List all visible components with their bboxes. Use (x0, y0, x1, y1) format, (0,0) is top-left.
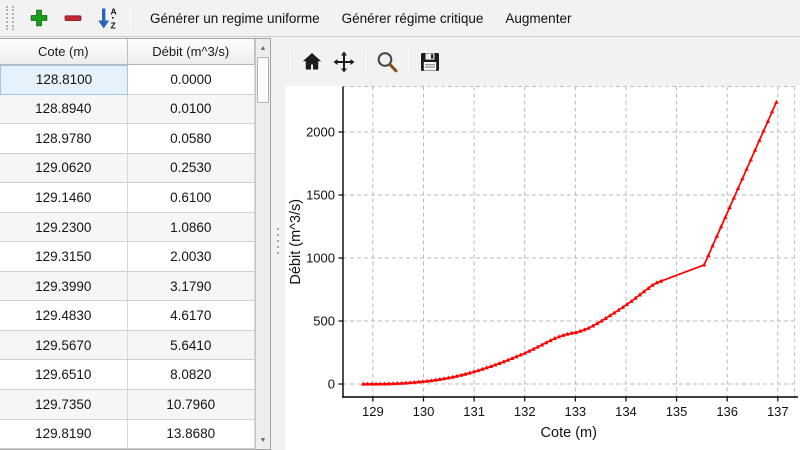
table-row: 129.819013.8680 (0, 420, 255, 449)
table-row: 129.23001.0860 (0, 213, 255, 243)
pan-button[interactable] (328, 46, 360, 78)
x-axis-label: Cote (m) (541, 425, 597, 441)
table-cell[interactable]: 10.7960 (128, 390, 256, 420)
plot-toolbar-separator (408, 49, 409, 75)
table-cell[interactable]: 129.0620 (0, 154, 128, 184)
table-cell[interactable]: 2.0030 (128, 242, 256, 272)
table-cell[interactable]: 0.0580 (128, 124, 256, 154)
table-cell[interactable]: 13.8680 (128, 420, 256, 449)
table-cell[interactable]: 1.0860 (128, 213, 256, 243)
plus-icon (29, 8, 49, 28)
table-row: 128.89400.0100 (0, 95, 255, 125)
splitter-handle-icon (277, 228, 279, 256)
y-axis-label: Débit (m^3/s) (288, 199, 304, 285)
table-row: 128.97800.0580 (0, 124, 255, 154)
table-cell[interactable]: 0.6100 (128, 183, 256, 213)
y-tick-label: 1000 (306, 251, 335, 266)
app-toolbar: A Z Générer un regime uniforme Générer r… (0, 0, 800, 37)
toolbar-separator (130, 6, 131, 30)
add-row-button[interactable] (24, 3, 54, 33)
table-cell[interactable]: 4.6170 (128, 301, 256, 331)
table-panel: Cote (m) Débit (m^3/s) 128.81000.0000128… (0, 38, 271, 450)
table-cell[interactable]: 0.0000 (128, 65, 255, 95)
y-tick-label: 500 (313, 314, 335, 329)
augment-button[interactable]: Augmenter (494, 3, 582, 33)
y-tick-label: 1500 (306, 187, 335, 202)
toolbar-grip[interactable] (6, 6, 14, 30)
scroll-up-button[interactable]: ▲ (256, 40, 270, 56)
table-row: 129.14600.6100 (0, 183, 255, 213)
save-button[interactable] (414, 46, 446, 78)
table-row: 129.65108.0820 (0, 360, 255, 390)
table-row: 129.39903.1790 (0, 272, 255, 302)
chart-canvas[interactable]: 129 130 131 132 133 134 135 136 137 0 500 1000 1500 2… (285, 86, 800, 450)
table-row: 129.06200.2530 (0, 154, 255, 184)
x-tick-label: 130 (413, 404, 435, 419)
series-line (363, 102, 776, 384)
column-header-debit[interactable]: Débit (m^3/s) (128, 39, 256, 65)
table-cell[interactable]: 0.0100 (128, 95, 256, 125)
table-cell[interactable]: 129.2300 (0, 213, 128, 243)
column-header-cote[interactable]: Cote (m) (0, 39, 128, 65)
generate-critical-regime-button[interactable]: Générer régime critique (331, 3, 495, 33)
table-cell[interactable]: 129.3150 (0, 242, 128, 272)
pan-icon (332, 50, 356, 74)
table-cell[interactable]: 129.8190 (0, 420, 128, 449)
y-tick-label: 2000 (306, 124, 335, 139)
x-tick-label: 132 (514, 404, 536, 419)
table-cell[interactable]: 129.6510 (0, 360, 128, 390)
scrollbar-thumb[interactable] (257, 57, 269, 103)
table-body: 128.81000.0000128.89400.0100128.97800.05… (0, 65, 255, 449)
table-cell[interactable]: 128.8940 (0, 95, 128, 125)
svg-text:A: A (111, 6, 117, 16)
plot-toolbar-separator (365, 49, 366, 75)
x-tick-label: 136 (716, 404, 738, 419)
table-row: 129.31502.0030 (0, 242, 255, 272)
x-tick-label: 135 (666, 404, 688, 419)
y-tick-label: 0 (328, 377, 335, 392)
table-cell[interactable]: 0.2530 (128, 154, 256, 184)
table-cell[interactable]: 128.8100 (0, 65, 128, 95)
down-arrow-icon: ▼ (260, 437, 267, 444)
plot-panel: 129 130 131 132 133 134 135 136 137 0 500 1000 1500 2… (285, 38, 800, 450)
table-row: 129.56705.6410 (0, 331, 255, 361)
home-icon (300, 50, 324, 74)
table-cell[interactable]: 129.4830 (0, 301, 128, 331)
table-cell[interactable]: 129.7350 (0, 390, 128, 420)
plot-toolbar-separator (290, 49, 291, 75)
save-icon (418, 50, 442, 74)
data-table: Cote (m) Débit (m^3/s) 128.81000.0000128… (0, 39, 255, 449)
table-row: 129.735010.7960 (0, 390, 255, 420)
table-cell[interactable]: 129.5670 (0, 331, 128, 361)
x-tick-label: 129 (362, 404, 384, 419)
table-cell[interactable]: 129.1460 (0, 183, 128, 213)
svg-text:Z: Z (111, 20, 116, 30)
table-cell[interactable]: 128.9780 (0, 124, 128, 154)
table-header-row: Cote (m) Débit (m^3/s) (0, 39, 255, 65)
table-cell[interactable]: 129.3990 (0, 272, 128, 302)
sort-az-icon: A Z (94, 6, 120, 31)
magnifier-icon (375, 50, 399, 74)
x-tick-label: 133 (564, 404, 586, 419)
figure: 129 130 131 132 133 134 135 136 137 0 500 1000 1500 2… (285, 86, 800, 450)
generate-uniform-regime-button[interactable]: Générer un regime uniforme (139, 3, 331, 33)
table-cell[interactable]: 3.1790 (128, 272, 256, 302)
x-tick-label: 134 (615, 404, 637, 419)
remove-row-button[interactable] (58, 3, 88, 33)
up-arrow-icon: ▲ (260, 45, 267, 52)
table-cell[interactable]: 8.0820 (128, 360, 256, 390)
sort-button[interactable]: A Z (92, 3, 122, 33)
home-button[interactable] (296, 46, 328, 78)
table-cell[interactable]: 5.6410 (128, 331, 256, 361)
zoom-rect-button[interactable] (371, 46, 403, 78)
plot-toolbar (285, 38, 800, 86)
scroll-down-button[interactable]: ▼ (256, 432, 270, 448)
x-tick-label: 131 (463, 404, 485, 419)
table-scrollbar[interactable]: ▲ ▼ (255, 39, 270, 449)
minus-icon (63, 8, 83, 28)
panel-splitter[interactable] (271, 38, 285, 450)
table-row: 129.48304.6170 (0, 301, 255, 331)
table-row: 128.81000.0000 (0, 65, 255, 95)
x-tick-label: 137 (767, 404, 789, 419)
